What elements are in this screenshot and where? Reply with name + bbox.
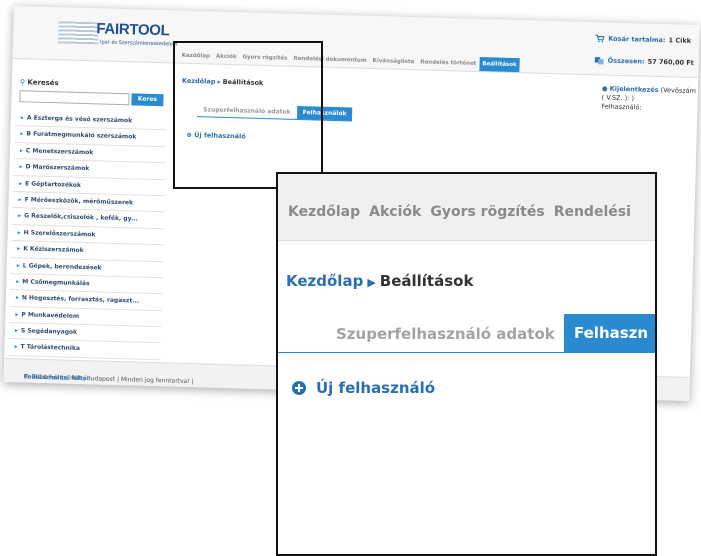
cart-label[interactable]: Kosár tartalma: <box>608 35 665 45</box>
logout-link[interactable]: Kijelentkezés <box>610 85 659 94</box>
search-title: ⚲ Keresés <box>20 78 59 87</box>
caret-right-icon: ▸ <box>15 310 19 318</box>
plus-circle-icon <box>292 381 306 395</box>
category-label: N Hegesztés, forrasztás, ragaszt... <box>21 294 140 305</box>
zoom-tab-gyors-rogzites[interactable]: Gyors rögzítés <box>430 204 544 220</box>
total-value: 57 760,00 Ft <box>647 57 694 68</box>
caret-right-icon: ▸ <box>20 130 24 138</box>
terms-link[interactable]: Felhasználási felté <box>24 373 87 382</box>
fairtool-logo[interactable]: FAIRTOOL Ipar és Szerszámkereskedelem <box>57 19 178 50</box>
search-input[interactable] <box>19 90 130 106</box>
zoom-breadcrumb-current: Beállítások <box>379 272 474 290</box>
sidebar: ⚲ Keresés Keres ▸ A Esztergа és véső szer… <box>4 58 172 362</box>
user-label: Felhasználó: <box>601 102 642 112</box>
caret-right-icon: ▸ <box>19 147 24 155</box>
caret-right-icon: ▸ <box>20 114 24 122</box>
nav-tab-beallitasok[interactable]: Beállítások <box>479 57 520 73</box>
zoom-tab-rendelesi[interactable]: Rendelési <box>554 204 631 220</box>
zoom-breadcrumb-home[interactable]: Kezdőlap <box>286 272 363 290</box>
logo-tagline: Ipar és Szerszámkereskedelem <box>99 39 178 48</box>
highlight-frame <box>173 41 323 189</box>
category-label: H Szerelőszerszámok <box>23 229 96 239</box>
category-label: L Gépek, berendezések <box>22 261 102 272</box>
category-label: E Géptartozékok <box>24 179 82 189</box>
caret-right-icon: ▸ <box>18 179 23 187</box>
customer-number-label: (Vevőszám <box>660 86 697 96</box>
category-item[interactable]: ▸ T Tárolástechnika <box>8 339 161 361</box>
caret-right-icon: ▸ <box>17 228 21 237</box>
category-label: A Esztergа és véső szerszámok <box>26 114 133 125</box>
zoom-subtabs: Szuperfelhasználó adatok Felhaszn <box>278 314 655 353</box>
category-label: S Segédanyagok <box>20 327 78 336</box>
category-label: D Marószerszámok <box>25 163 90 173</box>
nav-tab-kivansaglista[interactable]: Kívánságlista <box>369 54 417 69</box>
logo-name: FAIRTOOL <box>96 20 170 40</box>
category-label: P Munkavédelem <box>21 311 80 320</box>
cart-icon <box>595 34 605 43</box>
zoom-inset: Kezdőlap Akciók Gyors rögzítés Rendelési… <box>276 172 657 556</box>
category-label: T Tárolástechnika <box>20 343 81 353</box>
category-label: B Furatmegmunkáló szerszámok <box>26 130 137 141</box>
total-label: Összesen: <box>607 56 645 66</box>
zoom-new-user-link[interactable]: Új felhasználó <box>292 379 435 397</box>
caret-right-icon: ▸ <box>16 278 20 286</box>
caret-right-icon: ▸ <box>16 261 20 269</box>
search-button[interactable]: Keres <box>131 93 164 107</box>
zoom-tab-superuser-data[interactable]: Szuperfelhasználó adatok <box>336 325 555 343</box>
caret-right-icon: ▸ <box>19 163 23 171</box>
caret-right-icon: ▶ <box>367 276 376 289</box>
caret-right-icon: ▸ <box>18 196 22 204</box>
user-icon: ● <box>601 84 608 93</box>
zoom-breadcrumb: Kezdőlap ▶ Beállítások <box>286 272 473 290</box>
search-title-text: Keresés <box>27 78 59 88</box>
category-label: F Mérőeszközök, mérőműszerek <box>24 196 134 207</box>
zoom-new-user-label: Új felhasználó <box>316 379 436 397</box>
caret-right-icon: ▸ <box>15 294 19 302</box>
zoom-tab-akciok[interactable]: Akciók <box>369 204 421 220</box>
zoom-top-nav: Kezdőlap Akciók Gyors rögzítés Rendelési <box>278 174 655 241</box>
zoom-tab-kezdolap[interactable]: Kezdőlap <box>288 204 360 220</box>
category-list: ▸ A Esztergа és véső szerszámok ▸ B Furatm… <box>8 110 168 361</box>
caret-right-icon: ▸ <box>14 327 19 335</box>
category-label: K Kéziszerszámok <box>23 245 84 255</box>
caret-right-icon: ▸ <box>14 343 18 351</box>
cart-summary: Kosár tartalma: 1 Cikk Összesen: 57 760,… <box>594 32 699 79</box>
logo-stripes-icon <box>57 21 99 45</box>
total-icon <box>594 57 604 65</box>
cart-value: 1 Cikk <box>668 36 692 45</box>
category-label: G Reszelők,csiszolók , kefék, gy... <box>24 212 138 223</box>
search-icon: ⚲ <box>19 78 26 87</box>
category-label: M Csőmegmunkálás <box>22 278 90 288</box>
caret-right-icon: ▸ <box>17 245 21 253</box>
zoom-tab-users[interactable]: Felhaszn <box>564 314 655 352</box>
caret-right-icon: ▸ <box>18 212 22 220</box>
user-panel: ● Kijelentkezés (Vevőszám ( V.SZ. ): ) F… <box>601 84 699 114</box>
category-label: C Menetszerszámok <box>25 147 94 157</box>
